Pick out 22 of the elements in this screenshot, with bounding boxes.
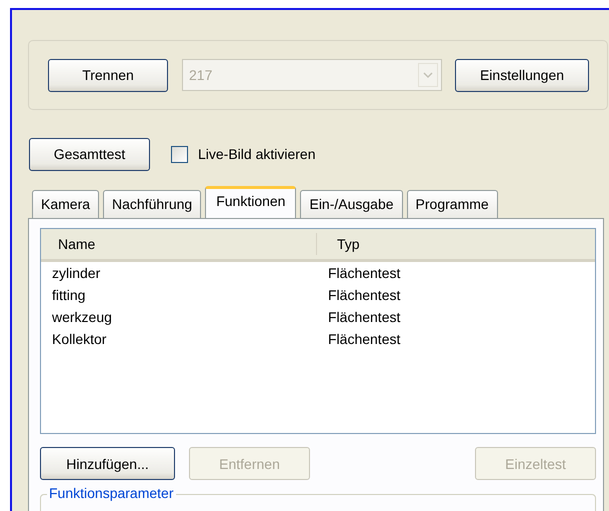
settings-button[interactable]: Einstellungen xyxy=(455,58,589,92)
full-test-button[interactable]: Gesamttest xyxy=(29,138,150,170)
table-cell-text: fitting xyxy=(52,287,86,303)
disconnect-button[interactable]: Trennen xyxy=(48,58,168,92)
table-cell: Flächentest xyxy=(328,331,400,347)
column-header[interactable]: Typ xyxy=(317,229,360,259)
checkbox-label: Live-Bild aktivieren xyxy=(198,146,316,162)
table-cell: Flächentest xyxy=(328,287,400,303)
tab[interactable]: Funktionen xyxy=(205,186,296,218)
action-button[interactable]: Hinzufügen... xyxy=(40,447,175,480)
table-cell-text: zylinder xyxy=(52,265,102,281)
tab[interactable]: Nachführung xyxy=(103,190,202,218)
tab[interactable]: Kamera xyxy=(32,190,100,218)
table-cell-text: werkzeug xyxy=(52,309,113,325)
checkbox[interactable] xyxy=(171,146,188,162)
table-cell: Flächentest xyxy=(328,265,400,281)
tab[interactable]: Programme xyxy=(406,190,498,218)
column-header[interactable]: Name xyxy=(41,233,317,255)
table-cell: Flächentest xyxy=(328,309,400,325)
table-cell-text: Kollektor xyxy=(52,331,108,347)
group-title: Funktionsparameter xyxy=(47,485,176,501)
tab[interactable]: Ein-/Ausgabe xyxy=(300,190,403,218)
